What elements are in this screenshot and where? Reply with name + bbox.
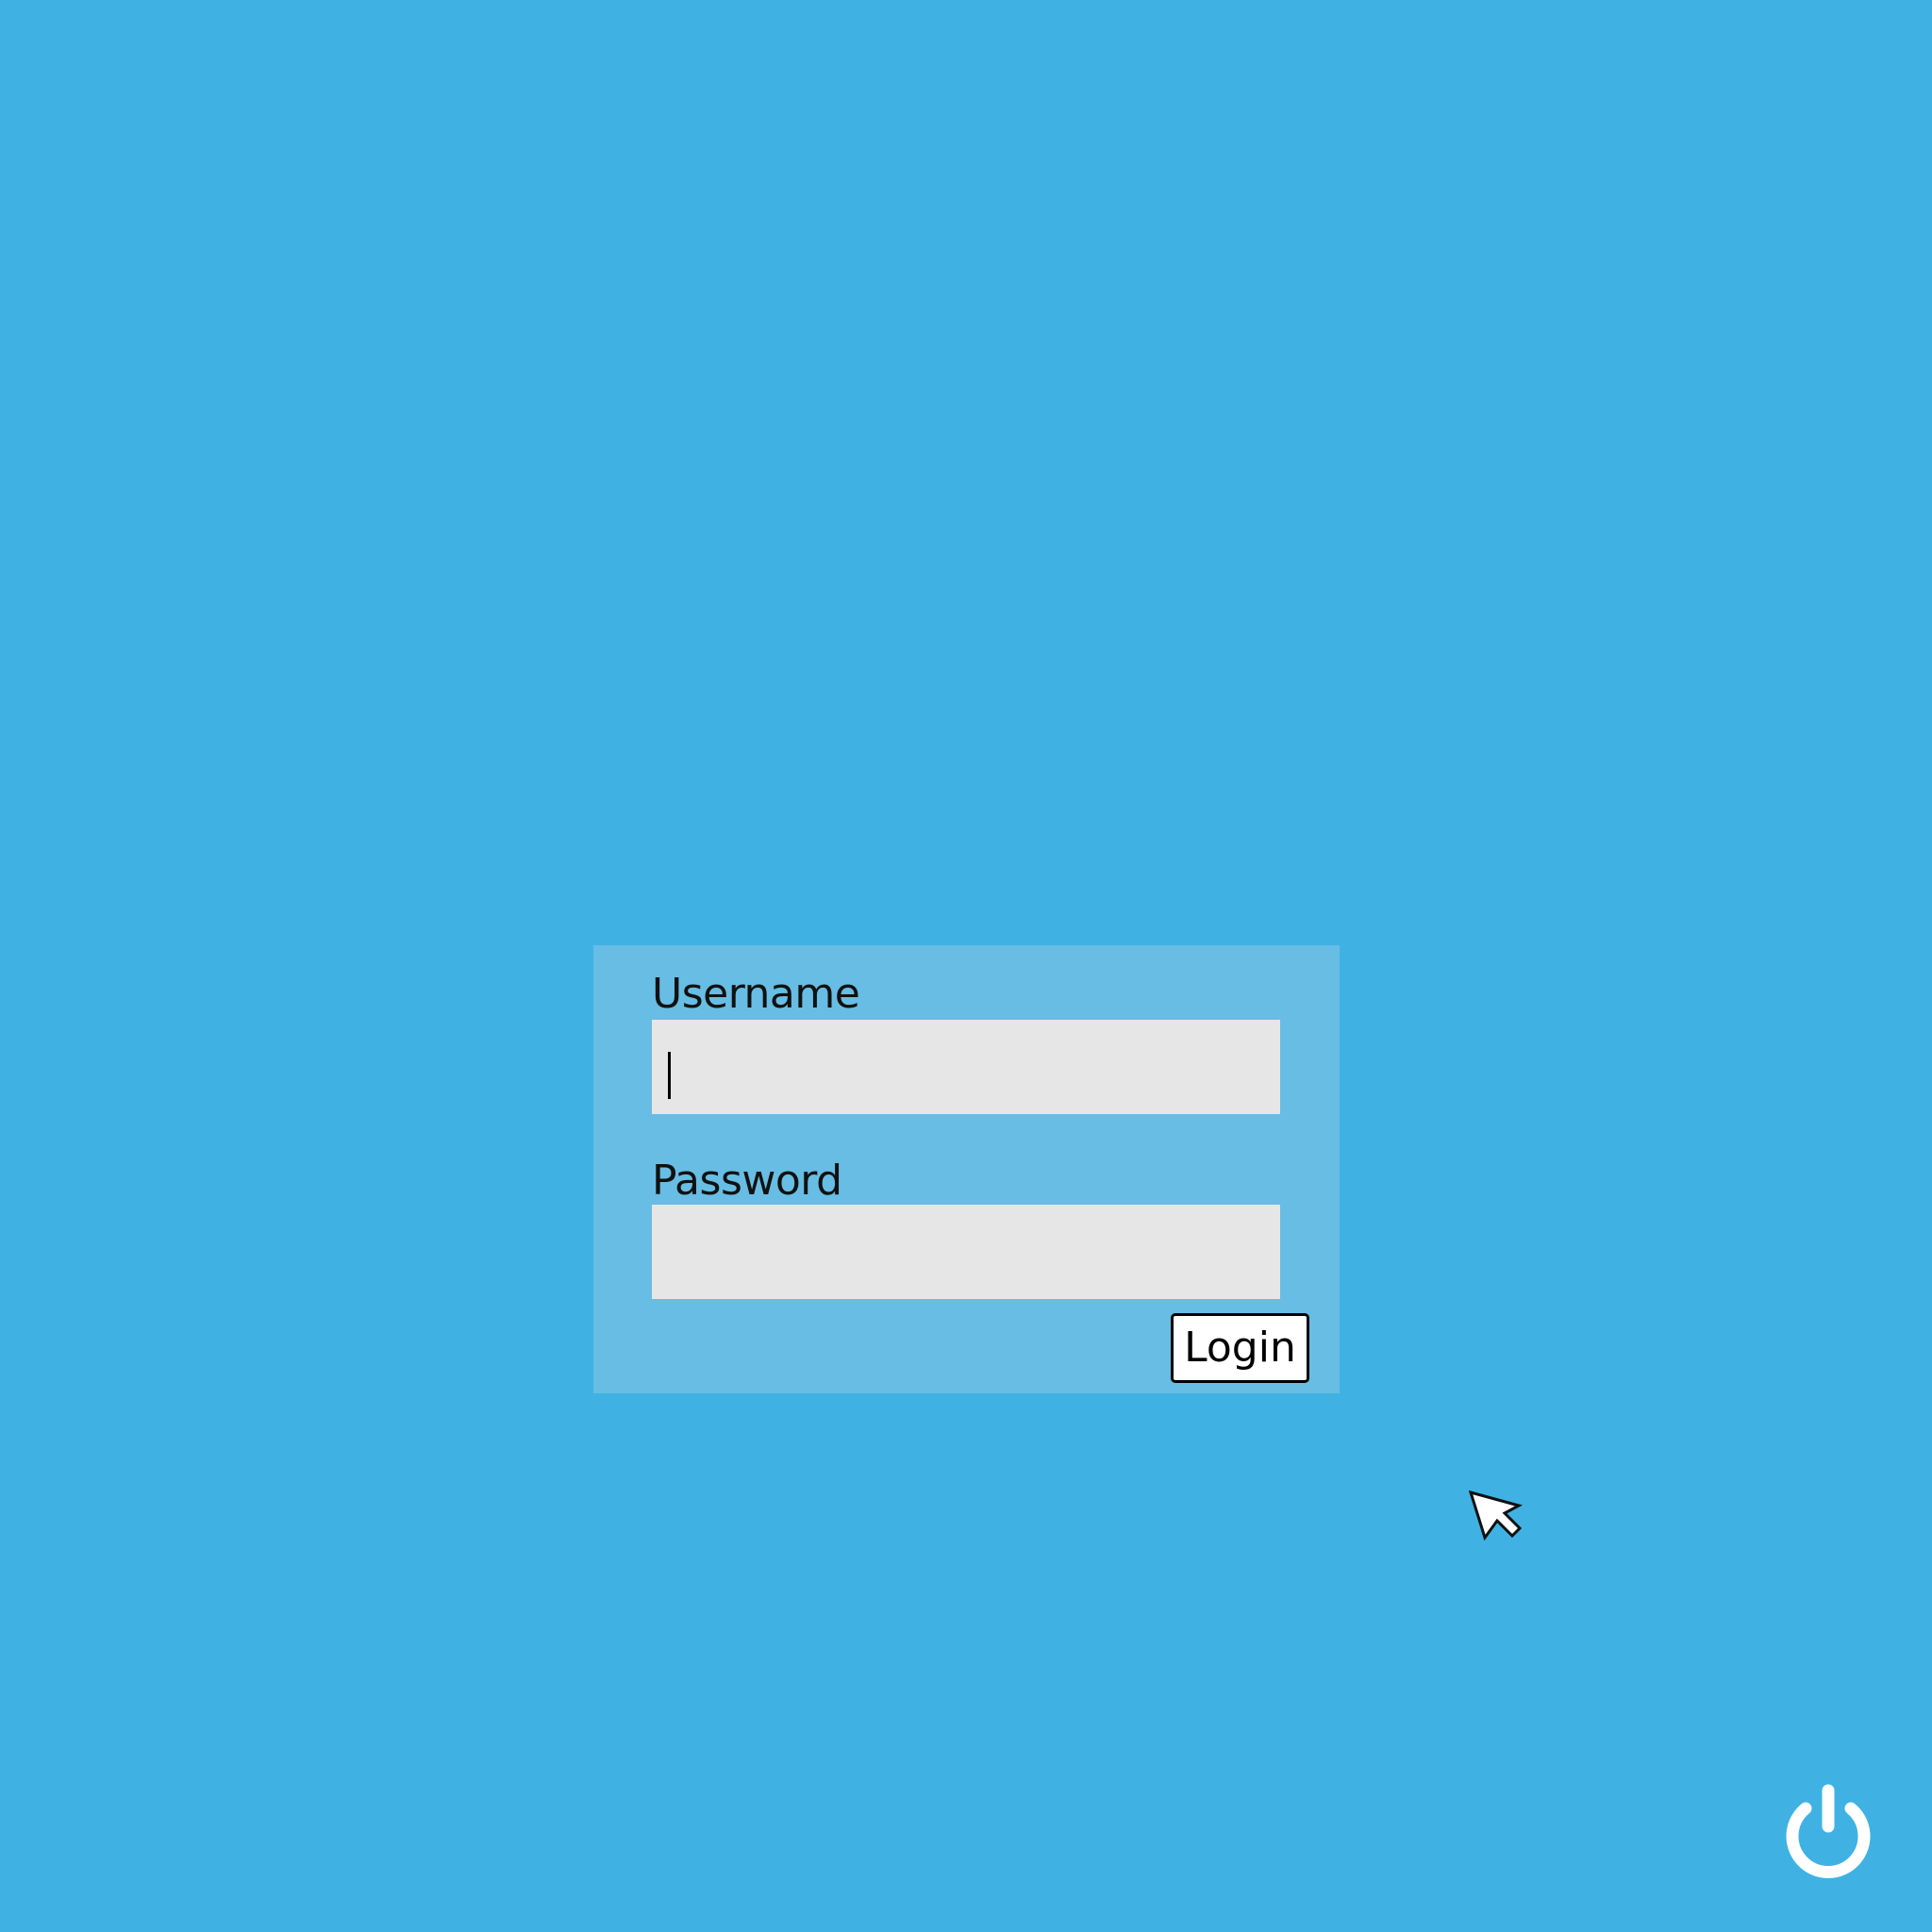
username-input[interactable]: [652, 1020, 1280, 1114]
mouse-pointer-icon: [1469, 1491, 1524, 1541]
username-label: Username: [652, 970, 860, 1018]
password-input[interactable]: [652, 1205, 1280, 1299]
password-label: Password: [652, 1157, 842, 1205]
text-caret: [668, 1052, 671, 1099]
power-icon[interactable]: [1781, 1783, 1875, 1887]
login-button[interactable]: Login: [1171, 1313, 1309, 1383]
login-panel: Username Password Login: [593, 945, 1340, 1393]
